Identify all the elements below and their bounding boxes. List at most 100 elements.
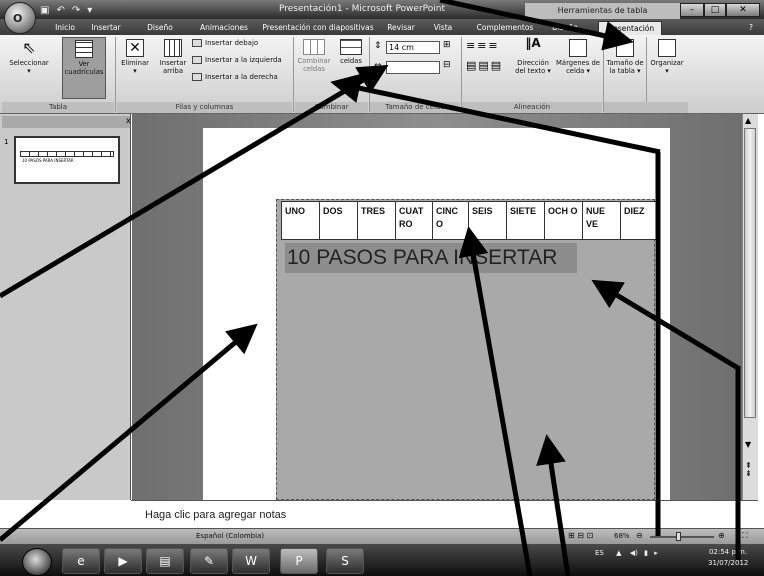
media-icon[interactable]: ▶ [104,548,142,574]
ie-icon[interactable]: e [62,548,100,574]
tab-presentacion-diapositivas[interactable]: Presentación con diapositivas [262,21,374,35]
dividir-celdas-button[interactable]: celdas [336,39,366,65]
slide-table[interactable]: UNO DOS TRES CUAT RO CINC O SEIS SIETE O… [281,201,658,240]
tray-arrow-icon[interactable]: ▲ [616,549,621,557]
text-direction-icon: ‖A [525,36,541,50]
language-indicator[interactable]: Español (Colombia) [196,532,264,540]
seleccionar-button[interactable]: ⇖ Seleccionar ▾ [6,38,52,76]
zoom-slider-thumb[interactable] [676,532,681,541]
word-icon[interactable]: W [232,548,270,574]
group-label-blank [604,102,688,113]
group-label-tamano-celda: Tamaño de celda [370,102,460,113]
tab-complementos[interactable]: Complementos [475,21,535,35]
language-bar[interactable]: ES [595,549,604,557]
contextual-tab-group: Herramientas de tabla [525,3,680,19]
slide-thumbnail[interactable]: 10 PASOS PARA INSERTAR [14,136,120,184]
prev-next-slide-icon[interactable]: ⇞ ⇟ [745,462,752,478]
group-separator [603,37,604,112]
arrange-icon [658,39,676,57]
align-vertical-icons[interactable]: ▤▤▤ [466,59,503,72]
table-cell[interactable]: DOS [319,201,358,240]
maximize-icon[interactable]: □ [704,3,726,17]
tab-presentacion[interactable]: Presentación [598,21,662,35]
view-buttons-icon[interactable]: ⊞ ⊟ ⊡ [568,531,593,540]
slide-title-text[interactable]: 10 PASOS PARA INSERTAR [285,243,577,273]
cell-margins-icon [569,39,587,57]
insertar-arriba-button[interactable]: Insertar arriba [156,39,190,75]
office-button[interactable]: O [4,2,36,34]
tab-revisar[interactable]: Revisar [384,21,418,35]
system-tray: ES ▲ ◀) ▮ ▸ [595,549,658,557]
margenes-celda-button[interactable]: Márgenes de celda ▾ [556,39,600,75]
skype-icon[interactable]: S [326,548,364,574]
insertar-izquierda-button[interactable]: Insertar a la izquierda [192,56,282,64]
cursor-icon: ⇖ [22,38,36,57]
volume-icon[interactable]: ◀) [630,549,638,557]
office-logo-icon: O [13,12,23,25]
start-button[interactable] [22,548,52,576]
powerpoint-icon[interactable]: P [280,548,318,574]
scroll-up-icon[interactable]: ▲ [745,116,751,125]
close-icon[interactable]: ✕ [726,3,760,17]
table-cell[interactable]: CUAT RO [395,201,433,240]
close-pane-icon[interactable]: x [126,116,131,125]
notes-pane[interactable]: Haga clic para agregar notas [131,500,758,528]
zoom-out-icon[interactable]: ⊖ [636,531,643,540]
tab-diseno[interactable]: Diseño [142,21,178,35]
status-bar: Español (Colombia) ⊞ ⊟ ⊡ 68% ⊖ ⊕ ⛶ [0,528,764,544]
group-separator [369,37,370,112]
table-cell[interactable]: OCH O [544,201,583,240]
clock[interactable]: 02:54 p.m. 31/07/2012 [708,547,748,569]
table-cell[interactable]: UNO [281,201,320,240]
pane-tabs[interactable]: x [2,116,131,128]
tab-insertar[interactable]: Insertar [86,21,126,35]
ver-cuadriculas-button[interactable]: Ver cuadrículas [62,37,106,99]
customize-icon[interactable]: ▾ [87,5,92,16]
table-cell[interactable]: TRES [357,201,396,240]
split-cells-icon [340,39,362,55]
organizar-button[interactable]: Organizar ▾ [648,39,686,75]
table-cell[interactable]: NUE VE [582,201,621,240]
tab-animaciones[interactable]: Animaciones [196,21,252,35]
insert-above-icon [164,39,182,57]
minimize-icon[interactable]: – [680,3,704,17]
insertar-debajo-button[interactable]: Insertar debajo [192,39,258,47]
tab-vista[interactable]: Vista [430,21,456,35]
book-icon[interactable]: ✎ [190,548,228,574]
distribute-rows-icon[interactable]: ⊞ [443,40,451,50]
clock-time: 02:54 p.m. [708,548,748,556]
zoom-slider[interactable] [650,536,714,538]
scroll-down-icon[interactable]: ▼ [745,440,751,449]
insertar-derecha-button[interactable]: Insertar a la derecha [192,73,278,81]
group-separator [115,37,116,112]
distribute-columns-icon[interactable]: ⊟ [443,60,451,70]
tamano-tabla-button[interactable]: Tamaño de la tabla ▾ [605,39,645,75]
combinar-celdas-button[interactable]: Combinar celdas [296,39,332,73]
eliminar-button[interactable]: ✕ Eliminar ▾ [118,39,152,75]
fit-slide-icon[interactable]: ⛶ [742,531,748,541]
tab-inicio[interactable]: Inicio [48,21,82,35]
table-cell[interactable]: DIEZ [620,201,658,240]
direccion-texto-button[interactable]: ‖A Dirección del texto ▾ [514,36,552,75]
undo-icon[interactable]: ↶ [56,5,64,16]
group-label-combinar: Combinar [295,102,368,113]
column-width-field[interactable] [386,61,440,74]
column-width-icon: ⇔ [374,61,382,71]
zoom-level[interactable]: 68% [614,532,630,540]
help-icon[interactable]: ? [744,21,758,35]
table-cell[interactable]: SEIS [468,201,507,240]
table-cell[interactable]: CINC O [432,201,469,240]
row-height-field[interactable]: 14 cm [386,41,440,54]
scroll-thumb[interactable] [744,128,756,418]
folder-icon[interactable]: ▤ [146,548,184,574]
save-icon[interactable]: ▣ [40,5,49,16]
table-cell[interactable]: SIETE [506,201,545,240]
ribbon-tabs: Inicio Insertar Diseño Animaciones Prese… [0,19,764,35]
align-horizontal-icons[interactable]: ≡≡≡ [466,39,500,52]
zoom-in-icon[interactable]: ⊕ [718,531,725,540]
thumb-table [20,151,114,157]
flag-icon[interactable]: ▸ [654,549,658,557]
tab-diseno-tabla[interactable]: Diseño [548,21,582,35]
network-icon[interactable]: ▮ [644,549,648,557]
redo-icon[interactable]: ↷ [72,5,80,16]
